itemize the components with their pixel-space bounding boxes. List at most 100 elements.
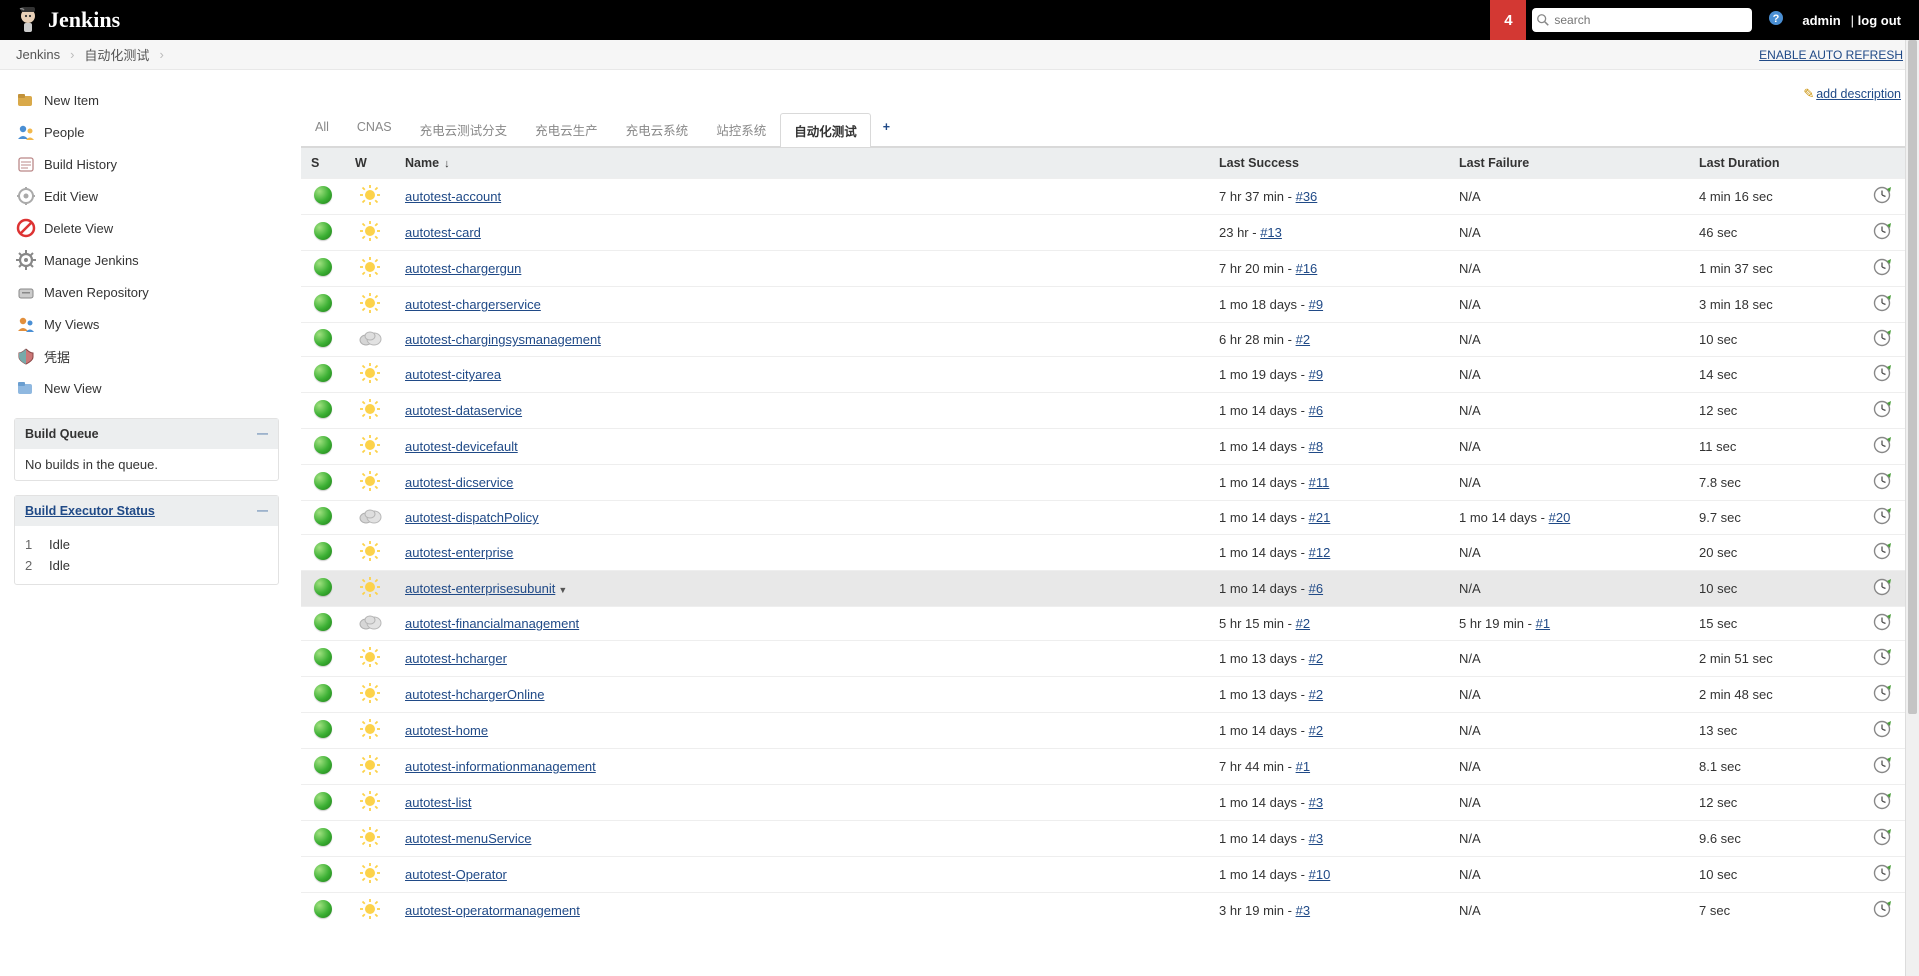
job-link[interactable]: autotest-hchargerOnline	[405, 687, 544, 702]
view-tab[interactable]: 充电云生产	[521, 112, 612, 146]
job-link[interactable]: autotest-dataservice	[405, 403, 522, 418]
schedule-build-icon[interactable]	[1873, 549, 1893, 564]
job-link[interactable]: autotest-hcharger	[405, 651, 507, 666]
schedule-build-icon[interactable]	[1873, 871, 1893, 886]
build-link[interactable]: #36	[1296, 189, 1318, 204]
schedule-build-icon[interactable]	[1873, 265, 1893, 280]
sidebar-task-people[interactable]: People	[14, 116, 279, 148]
add-view-tab[interactable]: +	[871, 112, 902, 146]
job-link[interactable]: autotest-account	[405, 189, 501, 204]
sidebar-task-build-history[interactable]: Build History	[14, 148, 279, 180]
build-link[interactable]: #3	[1309, 795, 1323, 810]
build-link[interactable]: #2	[1309, 723, 1323, 738]
job-link[interactable]: autotest-menuService	[405, 831, 531, 846]
dropdown-caret-icon[interactable]: ▼	[558, 585, 567, 595]
build-link[interactable]: #2	[1309, 687, 1323, 702]
schedule-build-icon[interactable]	[1873, 371, 1893, 386]
job-link[interactable]: autotest-enterprisesubunit	[405, 581, 555, 596]
job-link[interactable]: autotest-financialmanagement	[405, 616, 579, 631]
build-link[interactable]: #20	[1549, 510, 1571, 525]
job-link[interactable]: autotest-chargerservice	[405, 297, 541, 312]
crumb-view[interactable]: 自动化测试	[84, 45, 149, 64]
help-icon[interactable]: ?	[1768, 10, 1784, 31]
schedule-build-icon[interactable]	[1873, 443, 1893, 458]
brand[interactable]: Jenkins	[16, 6, 120, 34]
job-link[interactable]: autotest-cityarea	[405, 367, 501, 382]
schedule-build-icon[interactable]	[1873, 585, 1893, 600]
build-link[interactable]: #11	[1309, 475, 1330, 490]
job-link[interactable]: autotest-dispatchPolicy	[405, 510, 539, 525]
col-last-duration[interactable]: Last Duration	[1689, 148, 1859, 179]
schedule-build-icon[interactable]	[1873, 907, 1893, 922]
job-link[interactable]: autotest-chargergun	[405, 261, 521, 276]
col-name[interactable]: Name ↓	[395, 148, 1209, 179]
col-weather[interactable]: W	[345, 148, 395, 179]
sidebar-task-new-view[interactable]: New View	[14, 372, 279, 404]
crumb-root[interactable]: Jenkins	[16, 47, 60, 62]
build-link[interactable]: #2	[1296, 332, 1310, 347]
job-link[interactable]: autotest-chargingsysmanagement	[405, 332, 601, 347]
schedule-build-icon[interactable]	[1873, 229, 1893, 244]
sidebar-task-manage[interactable]: Manage Jenkins	[14, 244, 279, 276]
logout-link[interactable]: log out	[1858, 13, 1901, 28]
build-link[interactable]: #3	[1296, 903, 1310, 918]
job-link[interactable]: autotest-card	[405, 225, 481, 240]
view-tab[interactable]: 站控系统	[702, 112, 780, 146]
view-tab[interactable]: CNAS	[343, 112, 406, 146]
schedule-build-icon[interactable]	[1873, 763, 1893, 778]
sidebar-task-maven[interactable]: Maven Repository	[14, 276, 279, 308]
build-link[interactable]: #21	[1309, 510, 1331, 525]
schedule-build-icon[interactable]	[1873, 336, 1893, 351]
schedule-build-icon[interactable]	[1873, 479, 1893, 494]
schedule-build-icon[interactable]	[1873, 407, 1893, 422]
view-tab[interactable]: 充电云系统	[612, 112, 703, 146]
sidebar-task-edit-view[interactable]: Edit View	[14, 180, 279, 212]
schedule-build-icon[interactable]	[1873, 655, 1893, 670]
build-link[interactable]: #1	[1296, 759, 1310, 774]
notification-badge[interactable]: 4	[1490, 0, 1526, 40]
build-link[interactable]: #3	[1309, 831, 1323, 846]
build-link[interactable]: #9	[1309, 297, 1323, 312]
current-user-link[interactable]: admin	[1802, 13, 1840, 28]
job-link[interactable]: autotest-operatormanagement	[405, 903, 580, 918]
add-description-link[interactable]: add description	[1816, 87, 1901, 101]
job-link[interactable]: autotest-home	[405, 723, 488, 738]
schedule-build-icon[interactable]	[1873, 193, 1893, 208]
schedule-build-icon[interactable]	[1873, 301, 1893, 316]
build-link[interactable]: #13	[1260, 225, 1282, 240]
executor-title-link[interactable]: Build Executor Status	[25, 504, 155, 518]
sidebar-task-delete-view[interactable]: Delete View	[14, 212, 279, 244]
build-link[interactable]: #6	[1309, 403, 1323, 418]
build-link[interactable]: #1	[1536, 616, 1550, 631]
view-tab[interactable]: 自动化测试	[780, 113, 871, 147]
sidebar-task-new-item[interactable]: New Item	[14, 84, 279, 116]
build-link[interactable]: #9	[1309, 367, 1323, 382]
schedule-build-icon[interactable]	[1873, 727, 1893, 742]
build-link[interactable]: #16	[1296, 261, 1318, 276]
job-link[interactable]: autotest-list	[405, 795, 471, 810]
job-link[interactable]: autotest-dicservice	[405, 475, 513, 490]
sidebar-task-credentials[interactable]: 凭据	[14, 340, 279, 372]
collapse-icon[interactable]: —	[257, 428, 268, 440]
build-link[interactable]: #2	[1296, 616, 1310, 631]
scrollbar-thumb[interactable]	[1908, 40, 1917, 714]
col-last-success[interactable]: Last Success	[1209, 148, 1449, 179]
build-link[interactable]: #10	[1309, 867, 1331, 882]
build-link[interactable]: #8	[1309, 439, 1323, 454]
collapse-icon[interactable]: —	[257, 505, 268, 517]
schedule-build-icon[interactable]	[1873, 514, 1893, 529]
view-tab[interactable]: All	[301, 112, 343, 146]
sidebar-task-my-views[interactable]: My Views	[14, 308, 279, 340]
col-last-failure[interactable]: Last Failure	[1449, 148, 1689, 179]
job-link[interactable]: autotest-informationmanagement	[405, 759, 596, 774]
build-link[interactable]: #12	[1309, 545, 1331, 560]
build-link[interactable]: #6	[1309, 581, 1323, 596]
build-link[interactable]: #2	[1309, 651, 1323, 666]
search-input[interactable]	[1532, 8, 1752, 32]
job-link[interactable]: autotest-devicefault	[405, 439, 518, 454]
job-link[interactable]: autotest-Operator	[405, 867, 507, 882]
job-link[interactable]: autotest-enterprise	[405, 545, 513, 560]
schedule-build-icon[interactable]	[1873, 691, 1893, 706]
view-tab[interactable]: 充电云测试分支	[406, 112, 522, 146]
page-scrollbar[interactable]	[1905, 40, 1919, 976]
